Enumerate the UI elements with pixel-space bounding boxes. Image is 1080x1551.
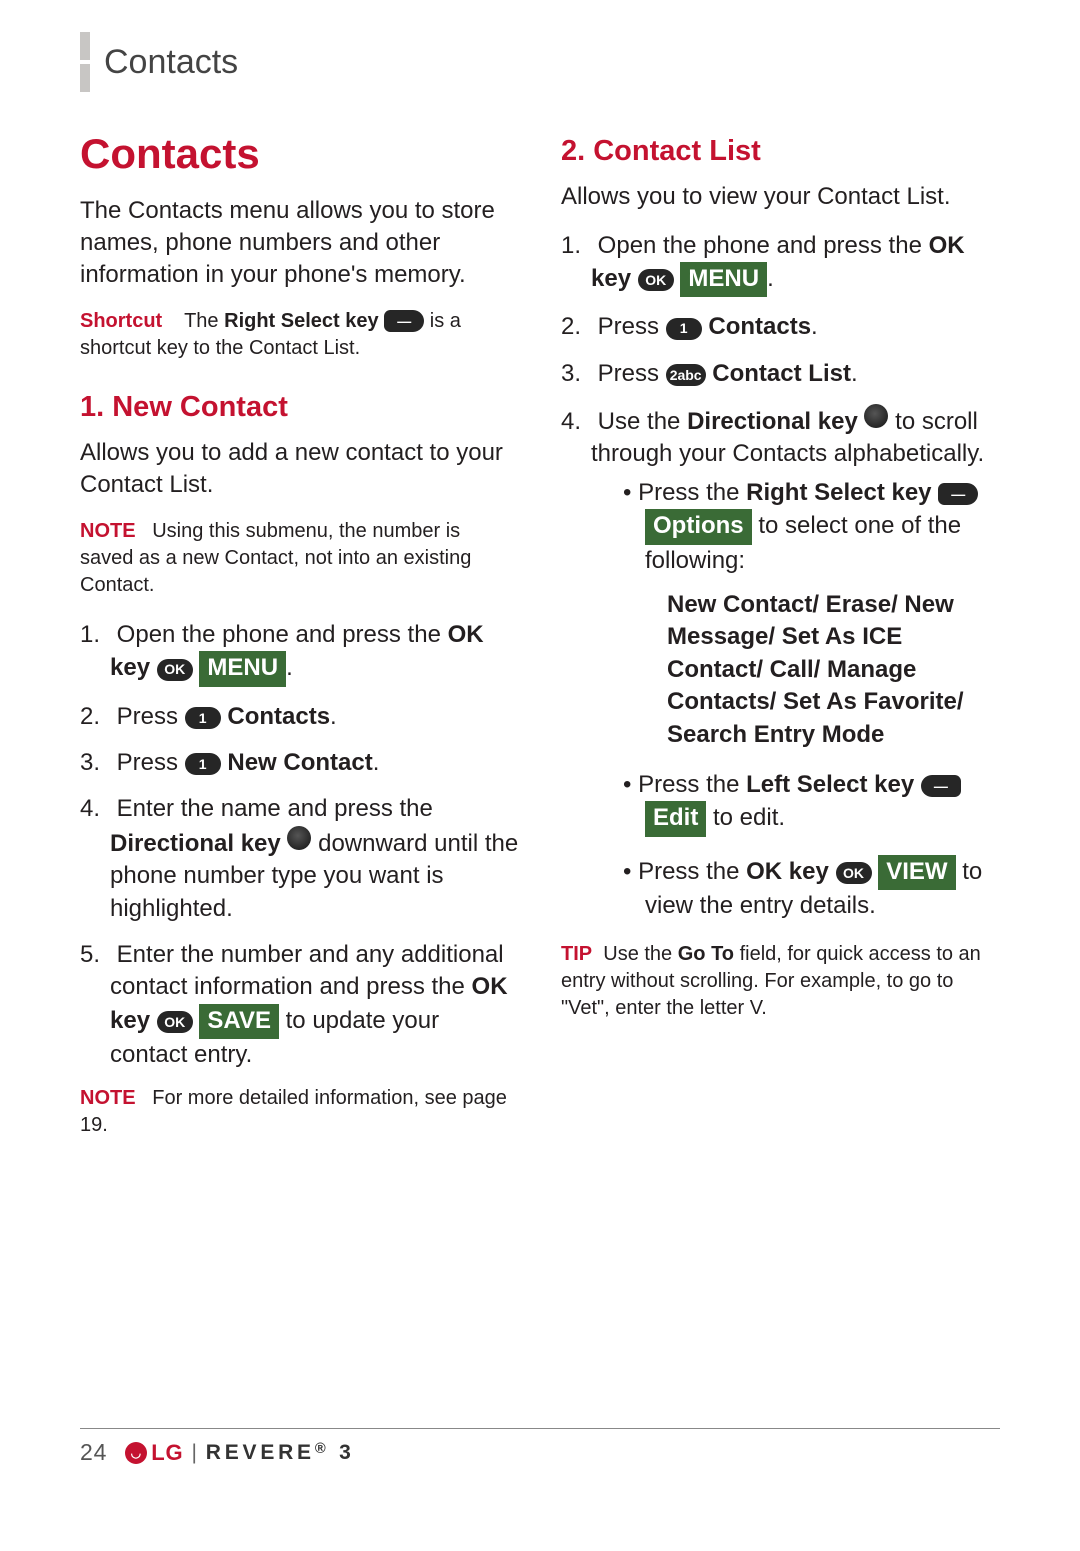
note-submenu: NOTE Using this submenu, the number is s… — [80, 518, 519, 599]
step-3: Press 2abc Contact List. — [561, 358, 1000, 390]
right-select-key-icon: — — [938, 483, 978, 505]
note-detail: NOTE For more detailed information, see … — [80, 1085, 519, 1139]
bullet-options: Press the Right Select key — Options to … — [623, 477, 1000, 751]
step-1: Open the phone and press the OK key OK M… — [80, 619, 519, 687]
ok-key-icon: OK — [157, 1011, 193, 1033]
new-contact-steps: Open the phone and press the OK key OK M… — [80, 619, 519, 1072]
lg-face-icon: ◡ — [125, 1442, 147, 1464]
one-key-icon: 1 — [185, 707, 221, 729]
shortcut-note: Shortcut The Right Select key — is a sho… — [80, 308, 519, 362]
bullet-view: Press the OK key OK VIEW to view the ent… — [623, 855, 1000, 923]
one-key-icon: 1 — [185, 753, 221, 775]
menu-softkey-label: MENU — [680, 262, 767, 297]
step-1: Open the phone and press the OK key OK M… — [561, 230, 1000, 298]
step-2: Press 1 Contacts. — [561, 311, 1000, 343]
header-tab-marks — [80, 32, 90, 92]
right-select-key-icon: — — [384, 310, 424, 332]
one-key-icon: 1 — [666, 318, 702, 340]
options-softkey-label: Options — [645, 509, 752, 544]
contact-list-bullets: Press the Right Select key — Options to … — [623, 477, 1000, 923]
step-5: Enter the number and any additional cont… — [80, 939, 519, 1072]
view-softkey-label: VIEW — [878, 855, 955, 890]
lg-logo: ◡ LG — [125, 1440, 183, 1466]
manual-page: Contacts Contacts The Contacts menu allo… — [0, 0, 1080, 1500]
step-4: Use the Directional key to scroll throug… — [561, 404, 1000, 922]
step-3: Press 1 New Contact. — [80, 747, 519, 779]
model-name: REVERE® 3 — [206, 1441, 351, 1465]
page-title: Contacts — [80, 126, 519, 183]
left-column: Contacts The Contacts menu allows you to… — [80, 126, 519, 1159]
page-footer: 24 ◡ LG | REVERE® 3 — [80, 1428, 1000, 1466]
bullet-edit: Press the Left Select key — Edit to edit… — [623, 769, 1000, 837]
right-column: 2. Contact List Allows you to view your … — [561, 126, 1000, 1159]
section-header-title: Contacts — [104, 43, 238, 82]
edit-softkey-label: Edit — [645, 801, 706, 836]
step-4: Enter the name and press the Directional… — [80, 793, 519, 925]
new-contact-intro: Allows you to add a new contact to your … — [80, 437, 519, 502]
section-header-bar: Contacts — [80, 32, 1000, 92]
content-columns: Contacts The Contacts menu allows you to… — [80, 126, 1000, 1159]
ok-key-icon: OK — [638, 269, 674, 291]
intro-paragraph: The Contacts menu allows you to store na… — [80, 195, 519, 292]
heading-new-contact: 1. New Contact — [80, 388, 519, 427]
contact-list-intro: Allows you to view your Contact List. — [561, 181, 1000, 213]
footer-separator: | — [192, 1441, 198, 1465]
menu-softkey-label: MENU — [199, 651, 286, 686]
page-number: 24 — [80, 1439, 107, 1466]
left-select-key-icon: — — [921, 775, 961, 797]
step-2: Press 1 Contacts. — [80, 701, 519, 733]
tip-note: TIP Use the Go To field, for quick acces… — [561, 941, 1000, 1022]
shortcut-label: Shortcut — [80, 310, 162, 332]
ok-key-icon: OK — [157, 659, 193, 681]
two-key-icon: 2abc — [666, 364, 706, 386]
contact-list-steps: Open the phone and press the OK key OK M… — [561, 230, 1000, 923]
ok-key-icon: OK — [836, 862, 872, 884]
heading-contact-list: 2. Contact List — [561, 132, 1000, 171]
directional-key-icon — [287, 826, 311, 850]
options-list: New Contact/ Erase/ New Message/ Set As … — [645, 589, 1000, 751]
save-softkey-label: SAVE — [199, 1004, 279, 1039]
directional-key-icon — [864, 404, 888, 428]
